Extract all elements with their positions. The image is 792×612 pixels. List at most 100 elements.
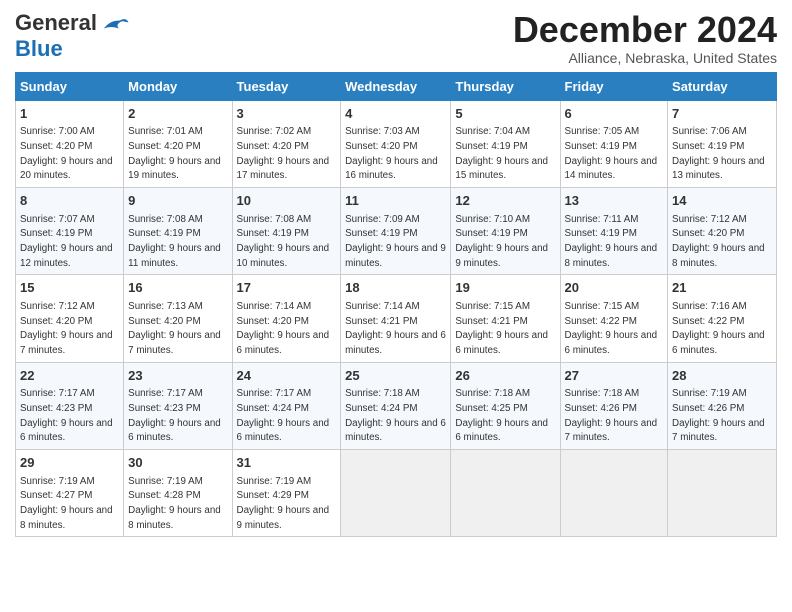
day-info: Sunrise: 7:17 AMSunset: 4:23 PMDaylight:…	[128, 388, 221, 443]
calendar-cell	[668, 450, 777, 537]
day-header-friday: Friday	[560, 72, 668, 100]
calendar-cell: 27 Sunrise: 7:18 AMSunset: 4:26 PMDayligh…	[560, 362, 668, 449]
day-info: Sunrise: 7:02 AMSunset: 4:20 PMDaylight:…	[237, 126, 330, 181]
calendar-header-row: SundayMondayTuesdayWednesdayThursdayFrid…	[16, 72, 777, 100]
day-number: 31	[237, 454, 337, 472]
calendar-cell: 16 Sunrise: 7:13 AMSunset: 4:20 PMDayligh…	[124, 275, 232, 362]
calendar-cell: 2 Sunrise: 7:01 AMSunset: 4:20 PMDaylight…	[124, 100, 232, 187]
title-area: December 2024 Alliance, Nebraska, United…	[513, 10, 777, 66]
calendar-table: SundayMondayTuesdayWednesdayThursdayFrid…	[15, 72, 777, 538]
day-number: 24	[237, 367, 337, 385]
day-info: Sunrise: 7:15 AMSunset: 4:21 PMDaylight:…	[455, 301, 548, 356]
day-info: Sunrise: 7:03 AMSunset: 4:20 PMDaylight:…	[345, 126, 438, 181]
day-info: Sunrise: 7:08 AMSunset: 4:19 PMDaylight:…	[128, 214, 221, 269]
day-number: 14	[672, 192, 772, 210]
header: General Blue December 2024 Alliance, Neb…	[15, 10, 777, 66]
day-number: 11	[345, 192, 446, 210]
calendar-cell: 19 Sunrise: 7:15 AMSunset: 4:21 PMDayligh…	[451, 275, 560, 362]
page-subtitle: Alliance, Nebraska, United States	[513, 50, 777, 66]
day-info: Sunrise: 7:12 AMSunset: 4:20 PMDaylight:…	[20, 301, 113, 356]
day-number: 22	[20, 367, 119, 385]
calendar-cell: 9 Sunrise: 7:08 AMSunset: 4:19 PMDaylight…	[124, 187, 232, 274]
day-header-saturday: Saturday	[668, 72, 777, 100]
calendar-cell: 5Sunrise: 7:04 AMSunset: 4:19 PMDaylight…	[451, 100, 560, 187]
calendar-cell: 23Sunrise: 7:17 AMSunset: 4:23 PMDayligh…	[124, 362, 232, 449]
day-number: 15	[20, 279, 119, 297]
day-number: 9	[128, 192, 227, 210]
day-info: Sunrise: 7:06 AMSunset: 4:19 PMDaylight:…	[672, 126, 765, 181]
day-header-sunday: Sunday	[16, 72, 124, 100]
day-number: 4	[345, 105, 446, 123]
calendar-cell: 29Sunrise: 7:19 AMSunset: 4:27 PMDayligh…	[16, 450, 124, 537]
day-header-thursday: Thursday	[451, 72, 560, 100]
calendar-week-1: 1 Sunrise: 7:00 AMSunset: 4:20 PMDaylight…	[16, 100, 777, 187]
calendar-cell: 6Sunrise: 7:05 AMSunset: 4:19 PMDaylight…	[560, 100, 668, 187]
day-info: Sunrise: 7:00 AMSunset: 4:20 PMDaylight:…	[20, 126, 113, 181]
calendar-cell: 7 Sunrise: 7:06 AMSunset: 4:19 PMDaylight…	[668, 100, 777, 187]
day-info: Sunrise: 7:17 AMSunset: 4:24 PMDaylight:…	[237, 388, 330, 443]
day-number: 8	[20, 192, 119, 210]
day-info: Sunrise: 7:10 AMSunset: 4:19 PMDaylight:…	[455, 214, 548, 269]
calendar-cell: 26 Sunrise: 7:18 AMSunset: 4:25 PMDayligh…	[451, 362, 560, 449]
day-info: Sunrise: 7:14 AMSunset: 4:21 PMDaylight:…	[345, 301, 446, 356]
day-number: 2	[128, 105, 227, 123]
logo-bird-icon	[100, 15, 130, 33]
calendar-cell: 10 Sunrise: 7:08 AMSunset: 4:19 PMDayligh…	[232, 187, 341, 274]
calendar-cell	[560, 450, 668, 537]
calendar-cell: 28 Sunrise: 7:19 AMSunset: 4:26 PMDayligh…	[668, 362, 777, 449]
calendar-cell: 8 Sunrise: 7:07 AMSunset: 4:19 PMDaylight…	[16, 187, 124, 274]
day-number: 27	[565, 367, 664, 385]
day-number: 1	[20, 105, 119, 123]
day-info: Sunrise: 7:18 AMSunset: 4:26 PMDaylight:…	[565, 388, 658, 443]
calendar-cell: 4 Sunrise: 7:03 AMSunset: 4:20 PMDaylight…	[341, 100, 451, 187]
calendar-cell: 3 Sunrise: 7:02 AMSunset: 4:20 PMDaylight…	[232, 100, 341, 187]
day-header-monday: Monday	[124, 72, 232, 100]
calendar-cell: 22 Sunrise: 7:17 AMSunset: 4:23 PMDayligh…	[16, 362, 124, 449]
calendar-cell: 31 Sunrise: 7:19 AMSunset: 4:29 PMDayligh…	[232, 450, 341, 537]
calendar-cell: 24 Sunrise: 7:17 AMSunset: 4:24 PMDayligh…	[232, 362, 341, 449]
day-info: Sunrise: 7:11 AMSunset: 4:19 PMDaylight:…	[565, 214, 658, 269]
day-number: 20	[565, 279, 664, 297]
calendar-week-3: 15 Sunrise: 7:12 AMSunset: 4:20 PMDayligh…	[16, 275, 777, 362]
calendar-cell: 11Sunrise: 7:09 AMSunset: 4:19 PMDayligh…	[341, 187, 451, 274]
day-info: Sunrise: 7:01 AMSunset: 4:20 PMDaylight:…	[128, 126, 221, 181]
page-title: December 2024	[513, 10, 777, 50]
day-info: Sunrise: 7:14 AMSunset: 4:20 PMDaylight:…	[237, 301, 330, 356]
calendar-week-4: 22 Sunrise: 7:17 AMSunset: 4:23 PMDayligh…	[16, 362, 777, 449]
day-number: 16	[128, 279, 227, 297]
day-number: 3	[237, 105, 337, 123]
day-number: 5	[455, 105, 555, 123]
day-info: Sunrise: 7:18 AMSunset: 4:25 PMDaylight:…	[455, 388, 548, 443]
calendar-cell: 13Sunrise: 7:11 AMSunset: 4:19 PMDayligh…	[560, 187, 668, 274]
logo: General Blue	[15, 10, 130, 62]
calendar-cell: 30Sunrise: 7:19 AMSunset: 4:28 PMDayligh…	[124, 450, 232, 537]
day-number: 26	[455, 367, 555, 385]
day-number: 7	[672, 105, 772, 123]
day-info: Sunrise: 7:19 AMSunset: 4:29 PMDaylight:…	[237, 476, 330, 531]
day-number: 17	[237, 279, 337, 297]
day-info: Sunrise: 7:17 AMSunset: 4:23 PMDaylight:…	[20, 388, 113, 443]
calendar-cell: 25Sunrise: 7:18 AMSunset: 4:24 PMDayligh…	[341, 362, 451, 449]
day-info: Sunrise: 7:05 AMSunset: 4:19 PMDaylight:…	[565, 126, 658, 181]
calendar-cell: 21 Sunrise: 7:16 AMSunset: 4:22 PMDayligh…	[668, 275, 777, 362]
calendar-cell	[341, 450, 451, 537]
day-info: Sunrise: 7:15 AMSunset: 4:22 PMDaylight:…	[565, 301, 658, 356]
calendar-week-5: 29Sunrise: 7:19 AMSunset: 4:27 PMDayligh…	[16, 450, 777, 537]
day-number: 29	[20, 454, 119, 472]
calendar-cell: 12 Sunrise: 7:10 AMSunset: 4:19 PMDayligh…	[451, 187, 560, 274]
day-number: 18	[345, 279, 446, 297]
day-number: 12	[455, 192, 555, 210]
day-info: Sunrise: 7:13 AMSunset: 4:20 PMDaylight:…	[128, 301, 221, 356]
calendar-cell: 15 Sunrise: 7:12 AMSunset: 4:20 PMDayligh…	[16, 275, 124, 362]
day-number: 28	[672, 367, 772, 385]
day-info: Sunrise: 7:07 AMSunset: 4:19 PMDaylight:…	[20, 214, 113, 269]
logo-blue-text: Blue	[15, 36, 63, 62]
day-info: Sunrise: 7:19 AMSunset: 4:28 PMDaylight:…	[128, 476, 221, 531]
day-number: 19	[455, 279, 555, 297]
day-info: Sunrise: 7:19 AMSunset: 4:26 PMDaylight:…	[672, 388, 765, 443]
day-number: 21	[672, 279, 772, 297]
day-number: 25	[345, 367, 446, 385]
day-number: 10	[237, 192, 337, 210]
day-info: Sunrise: 7:08 AMSunset: 4:19 PMDaylight:…	[237, 214, 330, 269]
day-info: Sunrise: 7:16 AMSunset: 4:22 PMDaylight:…	[672, 301, 765, 356]
